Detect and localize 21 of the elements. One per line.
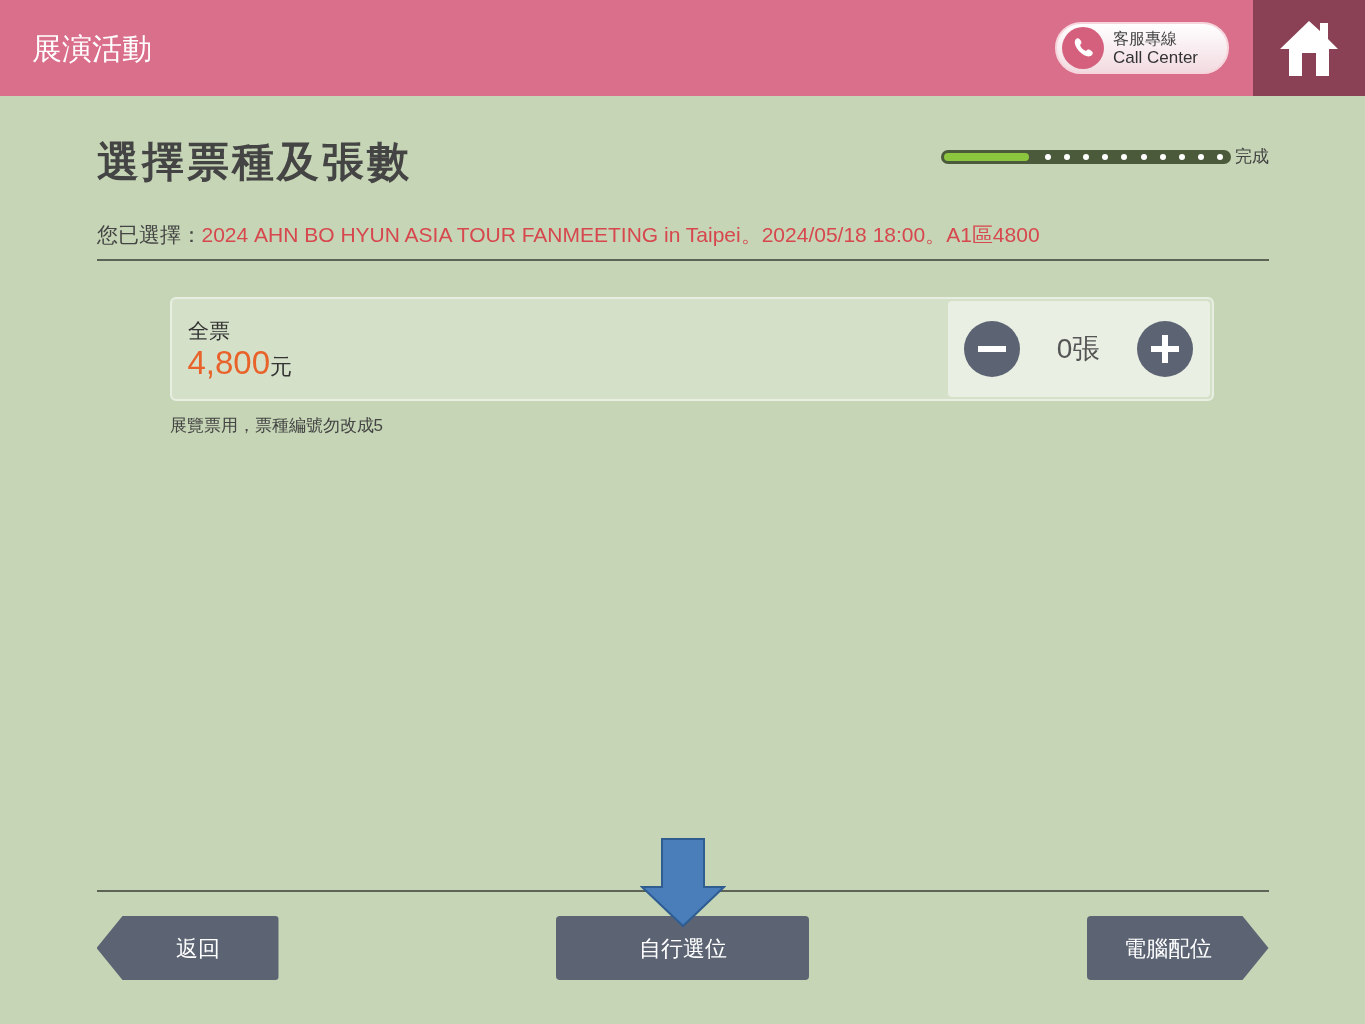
ticket-note: 展覽票用，票種編號勿改成5 [169, 414, 384, 437]
header-title: 展演活動 [31, 30, 153, 67]
ticket-price: 4,800 [187, 346, 271, 379]
call-center-button[interactable]: 客服專線 Call Center [1055, 22, 1229, 74]
phone-icon [1061, 26, 1105, 70]
progress-label: 完成 [1234, 145, 1269, 168]
ticket-name: 全票 [187, 317, 231, 344]
down-arrow-icon [639, 838, 726, 928]
plus-icon [1151, 334, 1180, 363]
call-center-label: Call Center [1113, 47, 1199, 67]
minus-icon [977, 345, 1006, 352]
forward-button[interactable]: 電腦配位 [1086, 916, 1269, 980]
price-unit: 元 [270, 353, 293, 381]
ticket-quantity: 0張 [1056, 331, 1101, 366]
call-center-label: 客服專線 [1113, 29, 1178, 48]
page-title: 選擇票種及張數 [96, 137, 412, 187]
selection-summary: 您已選擇：2024 AHN BO HYUN ASIA TOUR FANMEETING in Taipei。2024/05/18 18:00。A1區4800 [96, 219, 1269, 261]
back-button[interactable]: 返回 [96, 916, 279, 980]
home-icon [1278, 19, 1340, 77]
home-button[interactable] [1253, 0, 1365, 96]
center-button[interactable]: 自行選位 [556, 916, 809, 980]
